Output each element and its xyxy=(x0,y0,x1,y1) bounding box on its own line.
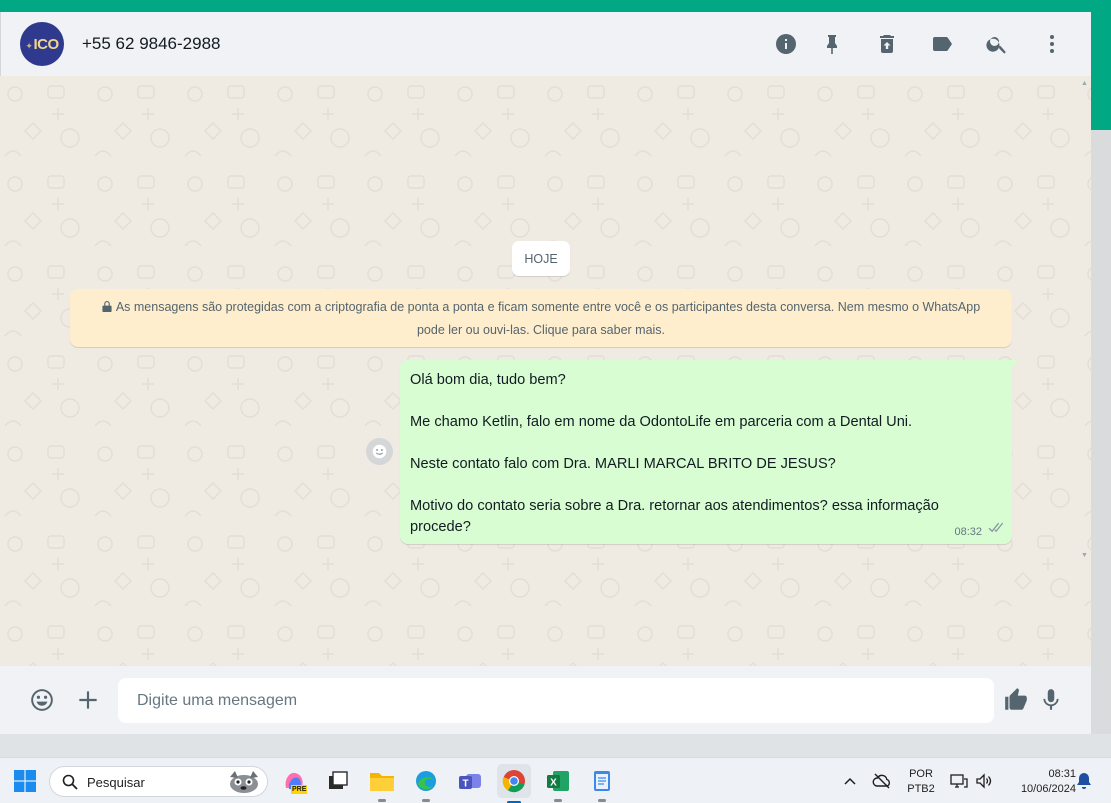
microphone-icon[interactable] xyxy=(1037,686,1065,714)
task-view-icon[interactable] xyxy=(323,766,353,796)
file-explorer-icon[interactable] xyxy=(367,766,397,802)
onedrive-offline-icon[interactable] xyxy=(867,766,897,796)
encryption-notice-text: As mensagens são protegidas com a cripto… xyxy=(115,300,981,337)
search-icon xyxy=(62,774,78,795)
whatsapp-conversation: ✦ICO +55 62 9846-2988 ▲ ▼ HOJE As mensag… xyxy=(0,12,1091,734)
svg-text:T: T xyxy=(462,779,468,790)
message-time: 08:32 xyxy=(954,526,982,538)
running-indicator xyxy=(422,799,430,802)
message-line: Motivo do contato seria sobre a Dra. ret… xyxy=(410,498,939,535)
search-label: Pesquisar xyxy=(87,775,145,790)
show-hidden-icons-chevron-icon[interactable] xyxy=(835,766,865,796)
message-line: Neste contato falo com Dra. MARLI MARCAL… xyxy=(410,456,836,472)
message-list[interactable]: ▲ ▼ HOJE As mensagens são protegidas com… xyxy=(0,76,1091,666)
top-accent-bar xyxy=(0,0,1111,12)
right-accent-strip xyxy=(1091,12,1111,130)
conversation-header[interactable]: ✦ICO +55 62 9846-2988 xyxy=(0,12,1091,76)
thumbs-up-icon[interactable] xyxy=(1002,686,1030,714)
chrome-browser-icon[interactable] xyxy=(497,764,531,803)
input-language-indicator[interactable]: POR PTB2 xyxy=(900,767,942,797)
avatar-logo: ✦ICO xyxy=(25,35,59,53)
outgoing-message-bubble[interactable]: Olá bom dia, tudo bem? Me chamo Ketlin, … xyxy=(400,360,1012,544)
plus-icon[interactable] xyxy=(74,686,102,714)
pin-icon[interactable] xyxy=(818,30,846,58)
desktop-gap xyxy=(0,734,1111,757)
smiley-icon xyxy=(372,444,387,459)
volume-icon[interactable] xyxy=(969,766,999,796)
running-indicator xyxy=(598,799,606,802)
taskbar-search[interactable]: Pesquisar xyxy=(49,766,268,797)
contact-name[interactable]: +55 62 9846-2988 xyxy=(82,34,221,54)
running-indicator xyxy=(554,799,562,802)
notifications-bell-icon[interactable] xyxy=(1071,766,1097,796)
edge-browser-icon[interactable] xyxy=(411,766,441,802)
copilot-badge: PRE xyxy=(291,785,308,794)
windows-taskbar: Pesquisar PRE T X POR PTB2 08:31 10/06/2… xyxy=(0,757,1111,803)
encryption-notice[interactable]: As mensagens são protegidas com a cripto… xyxy=(70,289,1012,347)
contact-avatar[interactable]: ✦ICO xyxy=(20,22,64,66)
lock-icon xyxy=(102,297,112,319)
copilot-icon[interactable]: PRE xyxy=(279,766,309,796)
clock-time: 08:31 xyxy=(1048,768,1076,780)
language-code: POR xyxy=(909,768,933,780)
emoji-icon[interactable] xyxy=(28,686,56,714)
teams-icon[interactable]: T xyxy=(455,766,485,796)
running-indicator xyxy=(378,799,386,802)
label-icon[interactable] xyxy=(928,30,956,58)
search-icon[interactable] xyxy=(983,30,1011,58)
menu-icon[interactable] xyxy=(1038,30,1066,58)
info-icon[interactable] xyxy=(772,30,800,58)
svg-text:X: X xyxy=(550,778,557,789)
notepad-icon[interactable] xyxy=(587,766,617,802)
system-clock[interactable]: 08:31 10/06/2024 xyxy=(1000,767,1076,797)
clock-date: 10/06/2024 xyxy=(1020,783,1076,795)
message-input[interactable] xyxy=(118,678,994,723)
message-line: Me chamo Ketlin, falo em nome da OdontoL… xyxy=(410,414,913,430)
right-background-strip xyxy=(1091,130,1111,734)
double-check-icon xyxy=(987,520,1004,538)
delete-icon[interactable] xyxy=(873,30,901,58)
keyboard-layout: PTB2 xyxy=(907,783,935,795)
message-composer xyxy=(0,666,1091,734)
search-highlight-icon xyxy=(230,771,258,793)
scroll-down-arrow[interactable]: ▼ xyxy=(1081,552,1088,559)
react-emoji-button[interactable] xyxy=(366,438,393,465)
bubble-tail xyxy=(1010,360,1018,370)
scroll-up-arrow[interactable]: ▲ xyxy=(1081,80,1088,87)
windows-start-icon[interactable] xyxy=(10,766,40,796)
date-separator: HOJE xyxy=(512,241,570,276)
message-line: Olá bom dia, tudo bem? xyxy=(410,372,566,388)
excel-icon[interactable]: X xyxy=(543,766,573,802)
